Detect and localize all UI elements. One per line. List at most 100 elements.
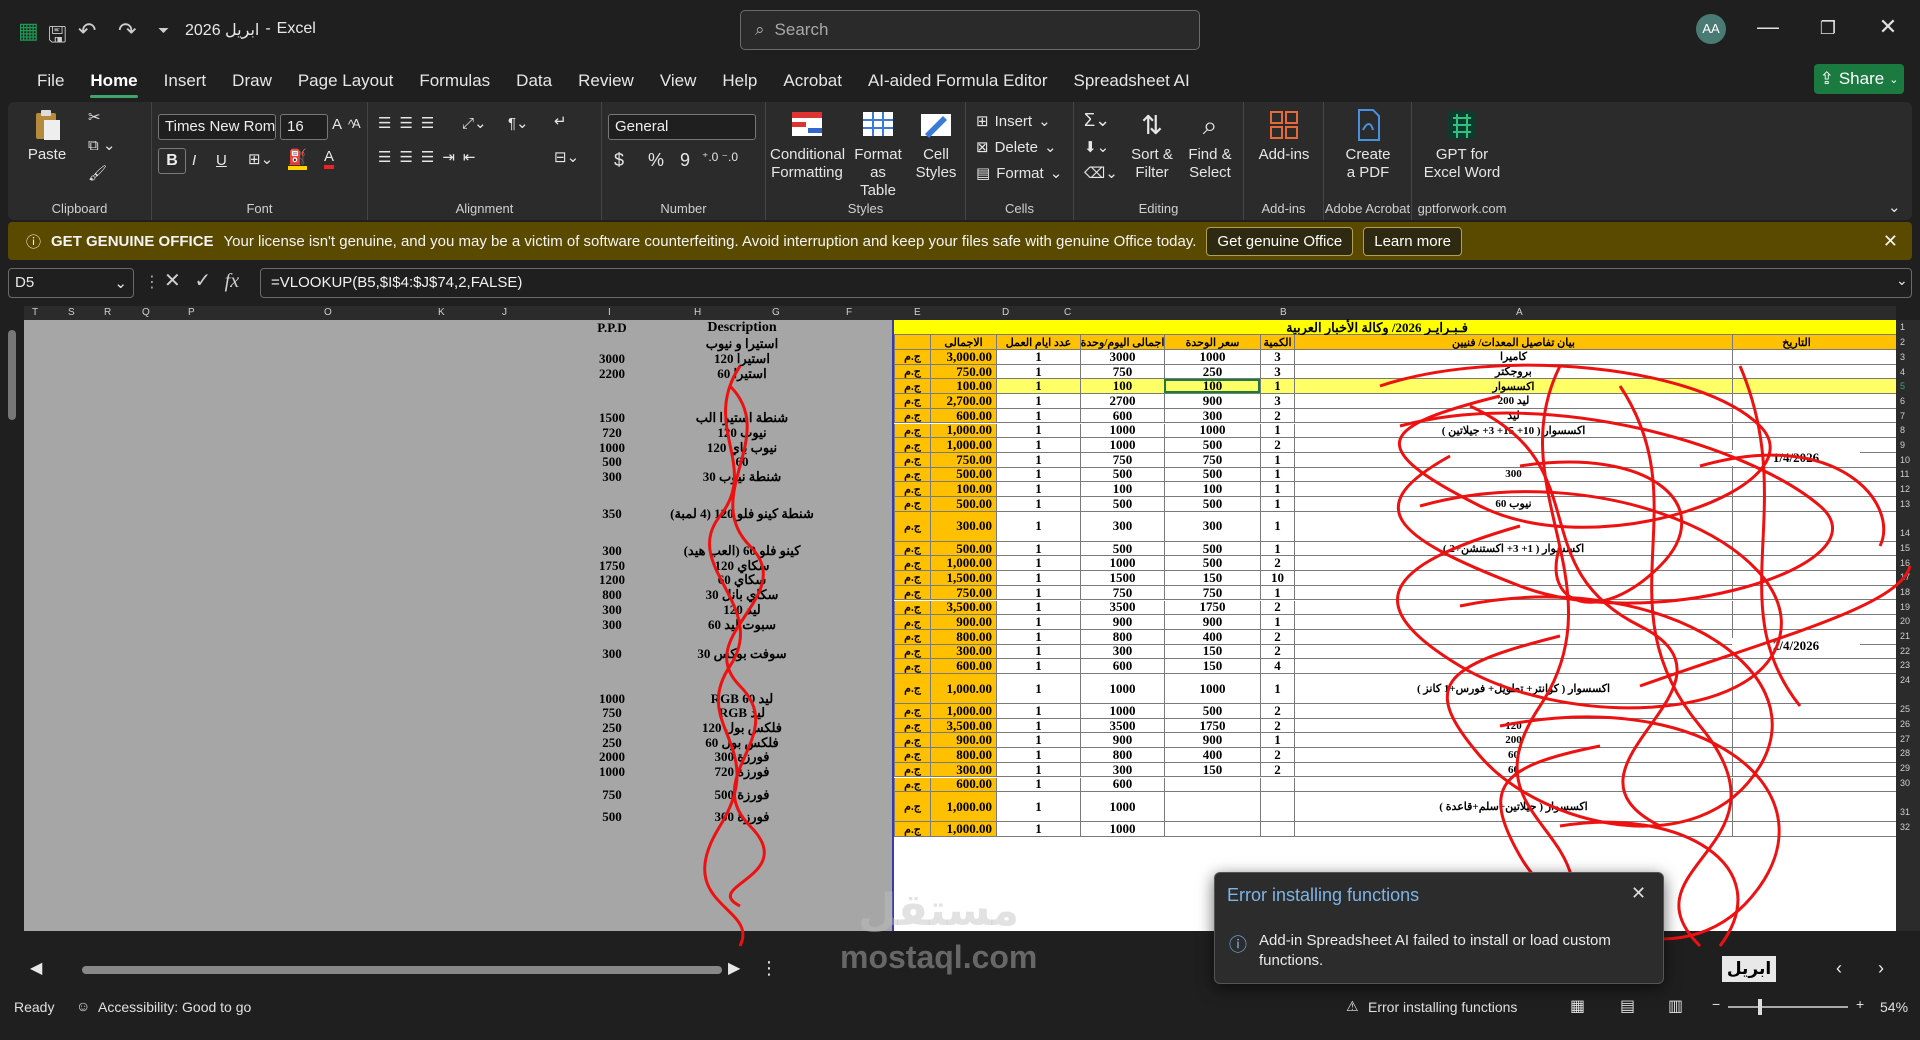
description-cell[interactable]: استيرا 60 [668,366,816,382]
total-cell[interactable]: 1,000.00 [930,704,996,718]
table-row[interactable]: ج.م 1,000.00 1 1000 1000 1 اكسسوار ( كوانتر+ ت… [894,674,1896,704]
add-ins-button[interactable]: Add-ins [1250,108,1318,164]
currency-cell[interactable]: ج.م [894,394,930,408]
close-toast-icon[interactable]: ✕ [1631,883,1646,904]
worksheet[interactable]: TSRQPOKJIHGFEDCBA P.P.D Description استيرا… [0,306,1920,951]
name-box[interactable]: D5 ⌄ [8,268,134,298]
tab-formulas[interactable]: Formulas [406,60,503,102]
total-cell[interactable]: 750.00 [930,585,996,600]
currency-cell[interactable]: ج.م [894,408,930,423]
lookup-row[interactable]: 300 سوفت بوكس 30 [556,646,816,662]
description-cell[interactable]: شنطة كينو فلو 120 (4 لمبة) [668,506,816,522]
total-cell[interactable]: 1,000.00 [930,822,996,836]
expand-formula-icon[interactable]: ⌄ [1896,272,1908,289]
total-cell[interactable]: 1,000.00 [930,792,996,822]
desc-cell[interactable] [1294,615,1732,629]
currency-cell[interactable]: ج.م [894,438,930,452]
description-cell[interactable]: 60 [668,454,816,470]
row-header[interactable]: 13 [1900,499,1910,509]
lookup-row[interactable] [556,661,816,691]
price-cell[interactable]: 250 [1164,364,1260,379]
description-cell[interactable]: نيوب باي 120 [668,440,816,456]
desc-cell[interactable] [1294,777,1732,792]
currency-cell[interactable]: ج.م [894,350,930,364]
lookup-row[interactable]: 3000 استيرا 120 [556,351,816,367]
paste-button[interactable]: Paste [22,108,72,164]
vertical-scroll-thumb[interactable] [8,330,16,420]
qty-cell[interactable]: 2 [1260,748,1294,762]
daily-cell[interactable]: 800 [1080,748,1164,762]
price-cell[interactable]: 150 [1164,659,1260,673]
daily-cell[interactable]: 100 [1080,482,1164,496]
date-cell[interactable] [1732,822,1860,836]
date-cell[interactable] [1732,482,1860,496]
total-cell[interactable]: 600.00 [930,777,996,792]
lookup-row[interactable]: 1000 ليد RGB 60 [556,691,816,706]
qty-cell[interactable]: 2 [1260,644,1294,659]
date-cell[interactable] [1732,718,1860,733]
desc-cell[interactable]: اكسسوار [1294,379,1732,394]
total-cell[interactable]: 750.00 [930,452,996,467]
search-box[interactable]: ⌕ Search [740,10,1200,50]
lookup-row[interactable]: 1000 نيوب باي 120 [556,440,816,455]
table-row[interactable]: ج.م 300.00 1 300 150 2 60 [894,762,1896,778]
ppd-cell[interactable]: 750 [556,705,668,721]
daily-cell[interactable]: 2700 [1080,394,1164,408]
desc-cell[interactable]: كاميرا [1294,350,1732,364]
daily-cell[interactable]: 800 [1080,629,1164,644]
ppd-cell[interactable]: 500 [556,809,668,825]
total-cell[interactable]: 300.00 [930,644,996,659]
total-cell[interactable]: 3,000.00 [930,350,996,364]
borders-icon[interactable]: ⊞⌄ [248,150,273,168]
wrap-text-icon[interactable]: ↵ [554,112,567,130]
desc-cell[interactable] [1294,659,1732,673]
italic-button[interactable]: I [192,152,196,169]
table-row[interactable]: ج.م 900.00 1 900 900 1 [894,615,1896,630]
desc-cell[interactable]: ليد [1294,408,1732,423]
ppd-cell[interactable]: 250 [556,720,668,736]
description-cell[interactable]: سوفت بوكس 30 [668,646,816,662]
table-row[interactable]: ج.م 300.00 1 300 300 1 [894,511,1896,542]
tab-view[interactable]: View [647,60,710,102]
desc-cell[interactable]: اكسسوار ( 10+ 15+ 3+ جيلاتين ) [1294,423,1732,438]
share-button[interactable]: ⇪ Share ⌄ [1814,64,1904,94]
restore-icon[interactable]: ❐ [1808,18,1848,39]
days-cell[interactable]: 1 [996,822,1080,836]
orientation-icon[interactable]: ⤢⌄ [462,114,487,132]
table-row[interactable]: ج.م 500.00 1 500 500 1 300 [894,467,1896,483]
days-cell[interactable]: 1 [996,467,1080,482]
ppd-cell[interactable]: 350 [556,506,668,522]
page-break-view-icon[interactable]: ▥ [1668,996,1683,1016]
ppd-cell[interactable]: 300 [556,469,668,485]
gpt-for-excel-button[interactable]: GPT for Excel Word [1416,108,1508,182]
qty-cell[interactable]: 2 [1260,600,1294,615]
total-cell[interactable]: 500.00 [930,541,996,556]
daily-cell[interactable]: 500 [1080,467,1164,482]
qty-cell[interactable]: 2 [1260,408,1294,423]
description-cell[interactable]: سكاي 120 [668,558,816,574]
zoom-level[interactable]: 54% [1880,999,1908,1015]
lookup-row[interactable]: 300 ليد 120 [556,602,816,618]
close-icon[interactable]: ✕ [1868,14,1908,40]
table-row[interactable]: ج.م 750.00 1 750 250 3 بروجكتر [894,364,1896,380]
price-cell[interactable]: 500 [1164,704,1260,718]
desc-cell[interactable] [1294,571,1732,585]
price-cell[interactable]: 900 [1164,733,1260,748]
column-header[interactable]: A [1516,307,1523,318]
date-cell[interactable] [1732,704,1860,718]
row-header[interactable]: 24 [1900,675,1910,685]
qty-cell[interactable]: 3 [1260,364,1294,379]
daily-cell[interactable]: 1000 [1080,822,1164,836]
lookup-row[interactable]: 1500 شنطة استيرا الب [556,410,816,426]
desc-cell[interactable]: نيوب 60 [1294,497,1732,511]
days-cell[interactable]: 1 [996,438,1080,452]
ppd-cell[interactable]: 250 [556,735,668,751]
currency-cell[interactable]: ج.م [894,748,930,762]
qty-cell[interactable]: 1 [1260,497,1294,511]
daily-cell[interactable]: 1000 [1080,704,1164,718]
lookup-row[interactable]: 1750 سكاي 120 [556,558,816,573]
ppd-cell[interactable]: 500 [556,454,668,470]
row-header[interactable]: 21 [1900,631,1910,641]
accessibility-status[interactable]: Accessibility: Good to go [98,999,251,1015]
qty-cell[interactable]: 2 [1260,629,1294,644]
